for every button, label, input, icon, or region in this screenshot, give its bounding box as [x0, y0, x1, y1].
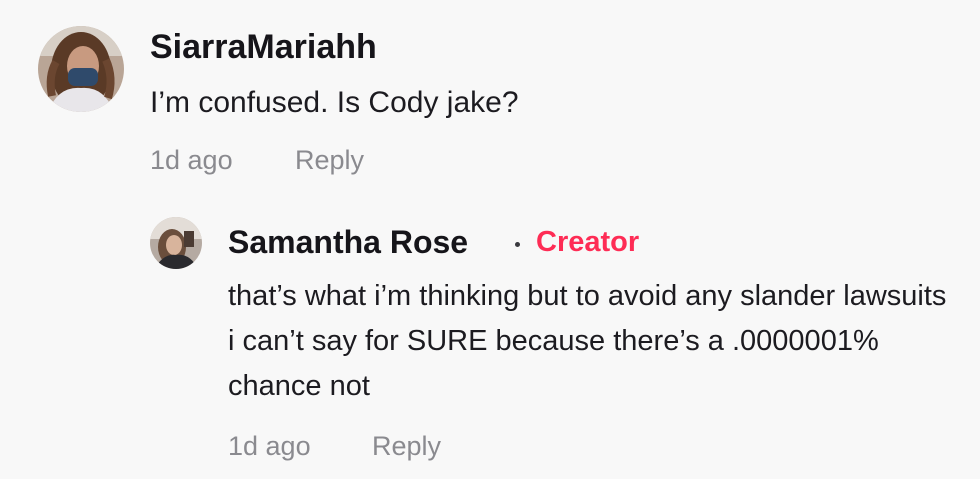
creator-badge: Creator	[536, 226, 640, 258]
comment-text: I’m confused. Is Cody jake?	[150, 86, 519, 119]
comment-timestamp: 1d ago	[150, 145, 233, 175]
comments-section: SiarraMariahh I’m confused. Is Cody jake…	[0, 0, 980, 479]
comment-item: SiarraMariahh I’m confused. Is Cody jake…	[0, 0, 980, 200]
reply-text: that’s what i’m thinking but to avoid an…	[228, 280, 947, 402]
reply-item: Samantha Rose Creator that’s what i’m th…	[0, 200, 980, 479]
separator-dot	[515, 242, 520, 247]
reply-username[interactable]: Samantha Rose	[228, 224, 468, 261]
avatar[interactable]	[150, 217, 202, 269]
reply-button[interactable]: Reply	[372, 431, 441, 462]
reply-button[interactable]: Reply	[295, 145, 364, 176]
avatar[interactable]	[38, 26, 124, 112]
comment-username[interactable]: SiarraMariahh	[150, 28, 377, 67]
avatar-image	[150, 217, 202, 269]
reply-timestamp: 1d ago	[228, 431, 311, 461]
avatar-image	[38, 26, 124, 112]
